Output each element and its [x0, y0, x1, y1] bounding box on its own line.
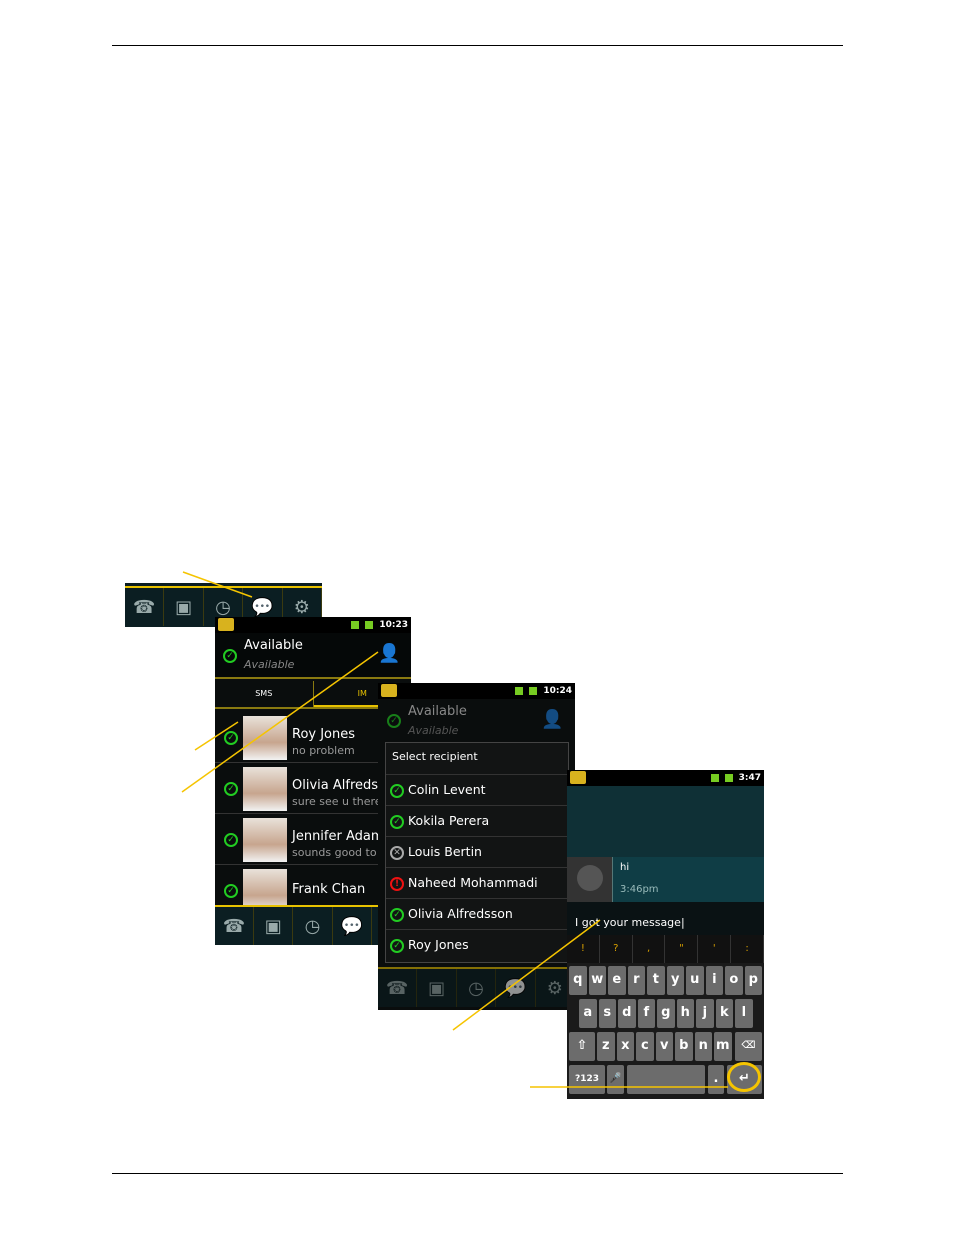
- callout-lines: [181, 571, 728, 1088]
- callout-line-input: [452, 919, 601, 1031]
- callout-line-new-chat: [181, 651, 379, 793]
- callout-line-conversation: [194, 721, 239, 751]
- callout-line-chat-tab: [182, 571, 253, 598]
